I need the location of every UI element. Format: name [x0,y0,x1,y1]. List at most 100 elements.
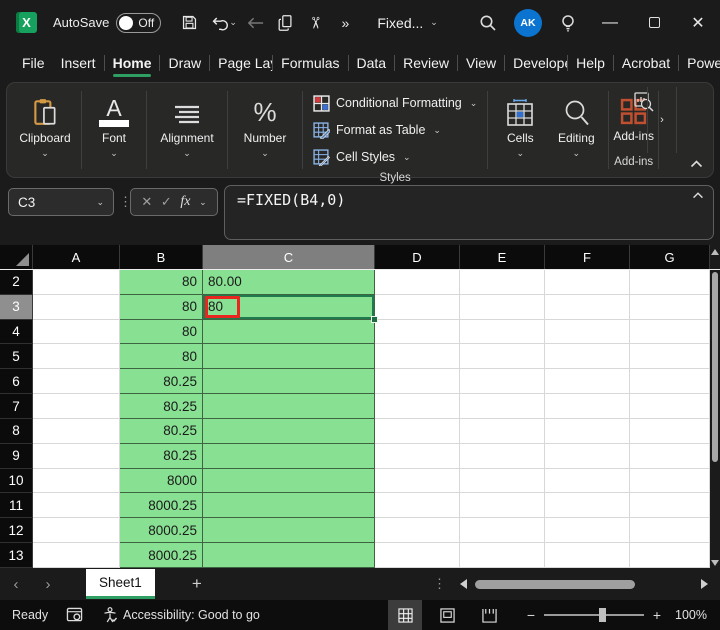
cell-D4[interactable] [375,320,460,345]
ribbon-group-font[interactable]: AFont⌄ [86,87,142,175]
row-header-4[interactable]: 4 [0,320,33,345]
row-header-2[interactable]: 2 [0,270,33,295]
cell-C2[interactable]: 80.00 [203,270,375,295]
ribbon-group-clipboard[interactable]: Clipboard⌄ [13,87,77,175]
menu-tab-draw[interactable]: Draw [160,48,209,78]
cell-E7[interactable] [460,394,545,419]
column-header-A[interactable]: A [33,245,120,269]
menu-tab-help[interactable]: Help [568,48,613,78]
cell-F12[interactable] [545,518,630,543]
cell-D7[interactable] [375,394,460,419]
column-header-F[interactable]: F [545,245,630,269]
cell-C7[interactable] [203,394,375,419]
zoom-level[interactable]: 100% [668,608,720,622]
cell-E6[interactable] [460,369,545,394]
cell-A8[interactable] [33,419,120,444]
cell-F5[interactable] [545,344,630,369]
cell-B5[interactable]: 80 [120,344,203,369]
cell-B2[interactable]: 80 [120,270,203,295]
cell-B4[interactable]: 80 [120,320,203,345]
cell-G11[interactable] [630,493,710,518]
cell-B3[interactable]: 80 [120,295,203,320]
enter-button[interactable]: ✓ [161,194,172,210]
cell-D10[interactable] [375,469,460,494]
formula-input[interactable]: =FIXED(B4,0) [224,185,714,240]
vertical-scrollbar[interactable] [710,270,720,568]
cell-C5[interactable] [203,344,375,369]
cell-A11[interactable] [33,493,120,518]
ribbon-expand-button[interactable]: › [647,87,677,153]
save-button[interactable] [175,8,203,38]
cell-D13[interactable] [375,543,460,568]
cell-G2[interactable] [630,270,710,295]
cell-E11[interactable] [460,493,545,518]
ribbon-group-alignment[interactable]: Alignment⌄ [151,87,223,175]
next-sheet-button[interactable]: › [32,576,64,593]
column-header-E[interactable]: E [460,245,545,269]
account-button[interactable]: AK [508,6,548,40]
normal-view-button[interactable] [388,600,422,630]
cell-B9[interactable]: 80.25 [120,444,203,469]
prev-sheet-button[interactable]: ‹ [0,576,32,593]
cell-A2[interactable] [33,270,120,295]
zoom-in-button[interactable]: + [646,607,668,623]
cell-A10[interactable] [33,469,120,494]
cancel-button[interactable]: ✕ [141,194,152,210]
cell-D11[interactable] [375,493,460,518]
add-sheet-button[interactable]: + [183,574,211,594]
cell-G12[interactable] [630,518,710,543]
page-break-preview-button[interactable] [472,600,506,630]
horizontal-scrollbar-thumb[interactable] [475,580,635,589]
cell-F11[interactable] [545,493,630,518]
cell-B13[interactable]: 8000.25 [120,543,203,568]
vertical-scrollbar-top[interactable] [710,245,720,269]
cell-A6[interactable] [33,369,120,394]
copy-button[interactable] [271,8,299,38]
row-header-5[interactable]: 5 [0,344,33,369]
menu-tab-develope[interactable]: Develope [505,48,567,78]
cell-D9[interactable] [375,444,460,469]
cell-D2[interactable] [375,270,460,295]
select-all-button[interactable] [0,245,33,269]
formula-bar-collapse-button[interactable] [692,188,704,202]
row-header-11[interactable]: 11 [0,493,33,518]
cell-B12[interactable]: 8000.25 [120,518,203,543]
menu-tab-file[interactable]: File [14,48,53,78]
row-header-6[interactable]: 6 [0,369,33,394]
cell-F6[interactable] [545,369,630,394]
close-button[interactable]: ✕ [676,3,720,43]
scroll-right-icon[interactable] [701,579,708,589]
cell-A12[interactable] [33,518,120,543]
cell-F9[interactable] [545,444,630,469]
autosave-toggle[interactable]: Off [116,13,161,33]
cell-C12[interactable] [203,518,375,543]
accessibility-status[interactable]: Accessibility: Good to go [103,607,260,623]
cell-B10[interactable]: 8000 [120,469,203,494]
ribbon-group-number[interactable]: %Number⌄ [232,87,298,175]
cell-B6[interactable]: 80.25 [120,369,203,394]
styles-item-cell-styles[interactable]: Cell Styles⌄ [313,145,477,169]
row-header-8[interactable]: 8 [0,419,33,444]
cell-G10[interactable] [630,469,710,494]
excel-logo-icon[interactable]: X [16,12,37,33]
cell-B8[interactable]: 80.25 [120,419,203,444]
menu-tab-formulas[interactable]: Formulas [273,48,347,78]
cell-C8[interactable] [203,419,375,444]
zoom-slider-thumb[interactable] [599,608,606,622]
menu-tab-page-layo[interactable]: Page Layo [210,48,272,78]
cell-A7[interactable] [33,394,120,419]
menu-tab-review[interactable]: Review [395,48,457,78]
cell-C10[interactable] [203,469,375,494]
maximize-button[interactable] [632,3,676,43]
zoom-slider[interactable] [544,614,644,616]
cell-E8[interactable] [460,419,545,444]
sheet-tab-sheet1[interactable]: Sheet1 [86,569,155,599]
menu-tab-power-piv[interactable]: Power Piv [679,48,720,78]
cell-B7[interactable]: 80.25 [120,394,203,419]
whats-new-button[interactable] [548,6,588,40]
menu-tab-home[interactable]: Home [105,48,160,78]
cell-C3[interactable]: 80 [203,295,375,320]
cell-A9[interactable] [33,444,120,469]
cell-F4[interactable] [545,320,630,345]
cell-G7[interactable] [630,394,710,419]
